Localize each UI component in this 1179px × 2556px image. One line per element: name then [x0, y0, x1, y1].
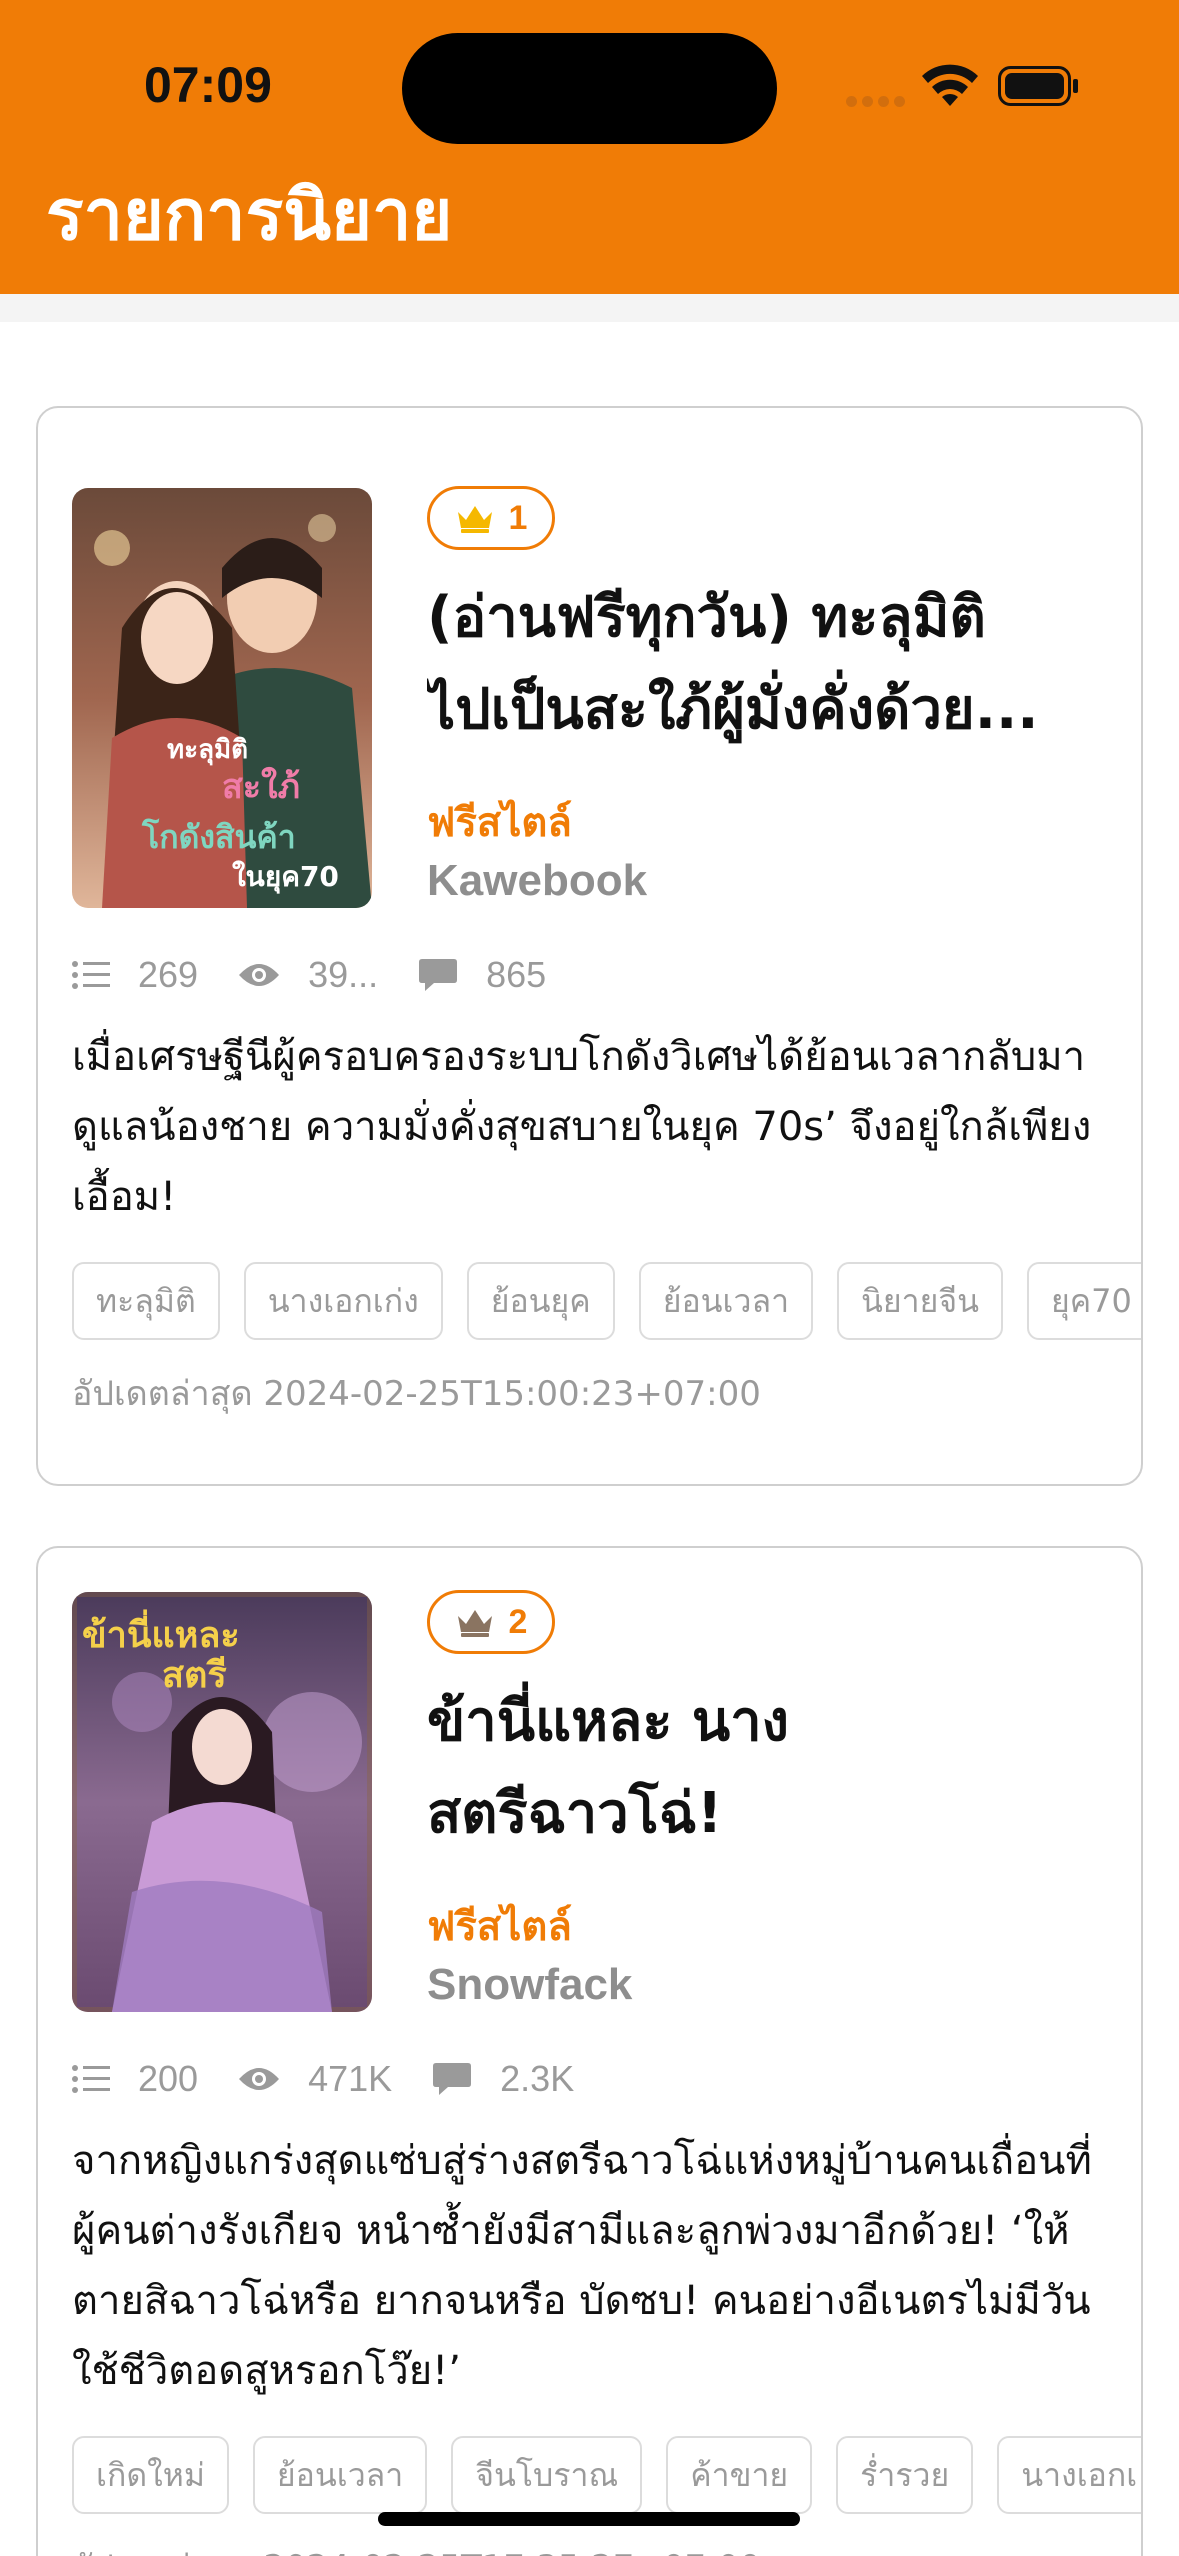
- tag-chip[interactable]: นิยายจีน: [837, 1262, 1003, 1340]
- book-cover-image[interactable]: ทะลุมิติ สะใภ้ โกดังสินค้า ในยุค70: [72, 488, 372, 908]
- novel-synopsis: เมื่อเศรษฐีนีผู้ครอบครองระบบโกดังวิเศษได…: [72, 1034, 1092, 1220]
- comment-count-value: 865: [486, 954, 547, 995]
- svg-text:ข้านี่แหละ: ข้านี่แหละ: [82, 1609, 240, 1656]
- novel-title-line: ไปเป็นสะใภ้ผู้มั่งคั่งด้วย...: [427, 677, 1039, 742]
- novel-title-line: สตรีฉาวโฉ่!: [427, 1781, 723, 1846]
- tag-chip[interactable]: ย้อนเวลา: [252, 2436, 428, 2514]
- tag-chip[interactable]: ทะลุมิติ: [72, 1262, 220, 1340]
- rank-badge: 1: [427, 486, 555, 550]
- book-cover-couple-icon: ทะลุมิติ สะใภ้ โกดังสินค้า ในยุค70: [72, 488, 372, 908]
- novel-card[interactable]: ทะลุมิติ สะใภ้ โกดังสินค้า ในยุค70 1 (อ่…: [36, 406, 1143, 1486]
- svg-text:สะใภ้: สะใภ้: [222, 766, 300, 807]
- chapter-count-value: 200: [138, 2058, 199, 2099]
- novel-title-line: ข้านี่แหละ นาง: [427, 1689, 789, 1754]
- novel-title[interactable]: (อ่านฟรีทุกวัน) ทะลุมิติ ไปเป็นสะใภ้ผู้ม…: [427, 572, 1117, 756]
- author-name[interactable]: Snowfack: [427, 1960, 632, 2010]
- book-cover-lady-icon: ข้านี่แหละ สตรี: [72, 1592, 372, 2012]
- author-name[interactable]: Kawebook: [427, 856, 647, 906]
- chapter-count: 269: [72, 954, 198, 996]
- eye-icon: [239, 2068, 280, 2090]
- view-count: 39...: [238, 954, 378, 996]
- tag-chip[interactable]: นางเอกเก่ง: [243, 1262, 443, 1340]
- list-icon: [72, 2065, 110, 2093]
- stats-row: 269 39... 865: [72, 950, 586, 1000]
- comment-count-value: 2.3K: [500, 2058, 575, 2099]
- eye-icon: [239, 964, 280, 986]
- tag-chip[interactable]: เกิดใหม่: [72, 2436, 229, 2514]
- stats-row: 200 471K 2.3K: [72, 2054, 614, 2104]
- comment-count: 2.3K: [432, 2058, 574, 2100]
- app-header: 07:09 รายการนิยาย: [0, 0, 1179, 294]
- pricing-label: ฟรีสไตล์: [427, 800, 572, 846]
- battery-icon: [998, 66, 1078, 106]
- novel-title[interactable]: ข้านี่แหละ นาง สตรีฉาวโฉ่!: [427, 1676, 1117, 1860]
- tag-chip[interactable]: ย้อนเวลา: [638, 1262, 814, 1340]
- rank-number: 2: [508, 1602, 528, 1641]
- header-divider: [0, 294, 1179, 322]
- last-updated: อัปเดตล่าสุด 2024-02-25T17:35:27+07:00: [72, 2540, 761, 2556]
- tag-list: ทะลุมิติ นางเอกเก่ง ย้อนยุค ย้อนเวลา นิย…: [72, 1262, 1141, 1340]
- tag-chip[interactable]: นางเอกเ: [997, 2436, 1141, 2514]
- status-time: 07:09: [144, 57, 272, 113]
- svg-text:โกดังสินค้า: โกดังสินค้า: [141, 818, 296, 856]
- view-count-value: 471K: [308, 2058, 393, 2099]
- dynamic-island: [402, 33, 777, 144]
- comment-icon: [433, 2063, 472, 2095]
- svg-text:สตรี: สตรี: [162, 1655, 227, 1696]
- tag-chip[interactable]: จีนโบราณ: [451, 2436, 643, 2514]
- tag-chip[interactable]: ร่ำรวย: [836, 2436, 974, 2514]
- chapter-count-value: 269: [138, 954, 199, 995]
- comment-count: 865: [418, 954, 546, 996]
- novel-title-line: (อ่านฟรีทุกวัน) ทะลุมิติ: [427, 585, 986, 650]
- wifi-icon: [922, 64, 978, 106]
- home-indicator[interactable]: [378, 2512, 800, 2526]
- last-updated: อัปเดตล่าสุด 2024-02-25T15:00:23+07:00: [72, 1374, 761, 1414]
- crown-icon: [457, 506, 492, 533]
- comment-icon: [419, 959, 458, 991]
- novel-synopsis: จากหญิงแกร่งสุดแซ่บสู่ร่างสตรีฉาวโฉ่แห่ง…: [72, 2138, 1092, 2394]
- tag-chip[interactable]: ค้าขาย: [666, 2436, 813, 2514]
- view-count: 471K: [238, 2058, 392, 2100]
- cellular-signal-icon: [846, 96, 906, 108]
- rank-number: 1: [508, 498, 528, 537]
- list-icon: [72, 961, 110, 989]
- svg-text:ทะลุมิติ: ทะลุมิติ: [167, 735, 248, 766]
- pricing-label: ฟรีสไตล์: [427, 1904, 572, 1950]
- rank-badge: 2: [427, 1590, 555, 1654]
- book-cover-image[interactable]: ข้านี่แหละ สตรี: [72, 1592, 372, 2012]
- page-title: รายการนิยาย: [46, 174, 453, 256]
- svg-text:ในยุค70: ในยุค70: [232, 860, 339, 894]
- tag-chip[interactable]: ย้อนยุค: [466, 1262, 615, 1340]
- novel-card[interactable]: ข้านี่แหละ สตรี 2 ข้านี่แหละ นาง สตรีฉาว…: [36, 1546, 1143, 2556]
- tag-list: เกิดใหม่ ย้อนเวลา จีนโบราณ ค้าขาย ร่ำรวย…: [72, 2436, 1141, 2514]
- chapter-count: 200: [72, 2058, 198, 2100]
- view-count-value: 39...: [308, 954, 379, 995]
- crown-icon: [457, 1610, 492, 1637]
- tag-chip[interactable]: ยุค70: [1027, 1262, 1141, 1340]
